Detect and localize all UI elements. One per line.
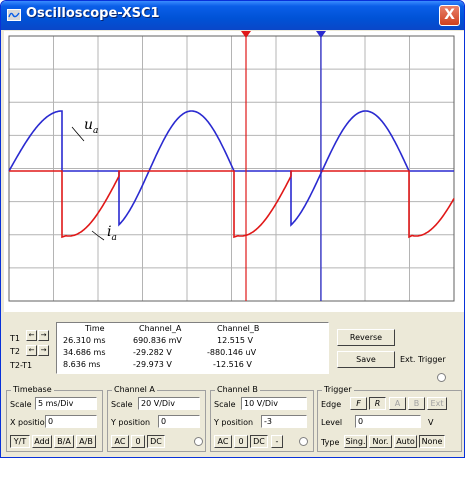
level-unit: V xyxy=(428,418,434,427)
t1-left-arrow-button[interactable]: ← xyxy=(26,330,37,341)
waveform-label-i: ia xyxy=(107,224,117,243)
channel-a-group: Channel A Scale 20 V/Div Y position 0 AC… xyxy=(107,385,206,452)
type-auto-button[interactable]: Auto xyxy=(394,435,417,448)
channel-b-invert-button[interactable]: - xyxy=(271,435,283,448)
channel-a-zero-button[interactable]: 0 xyxy=(131,435,145,448)
mode-ab-button[interactable]: A/B xyxy=(76,435,96,448)
oscilloscope-screen: ua ia xyxy=(4,31,464,312)
timebase-scale-field[interactable]: 5 ms/Div xyxy=(35,397,97,410)
t2-channel-b: -880.146 uV xyxy=(207,348,257,357)
t1-right-arrow-button[interactable]: → xyxy=(38,330,49,341)
timebase-title: Timebase xyxy=(11,385,54,394)
channel-b-ypos-label: Y position xyxy=(214,418,254,427)
channel-b-scale-field[interactable]: 10 V/Div xyxy=(241,397,307,410)
t2-left-arrow-button[interactable]: ← xyxy=(26,345,37,356)
type-label: Type xyxy=(321,438,340,447)
t2t1-channel-b: -12.516 V xyxy=(213,360,252,369)
mode-ba-button[interactable]: B/A xyxy=(54,435,74,448)
control-panel: T1 ← → T2 ← → T2-T1 Time Channel_A Chann… xyxy=(4,314,464,457)
header-channel-b: Channel_B xyxy=(217,324,260,333)
header-time: Time xyxy=(85,324,105,333)
window-title: Oscilloscope-XSC1 xyxy=(26,6,160,21)
waveform-label-u: ua xyxy=(84,117,99,136)
header-channel-a: Channel_A xyxy=(139,324,182,333)
waveform-display xyxy=(4,31,464,312)
level-label: Level xyxy=(321,418,343,427)
channel-b-radio[interactable] xyxy=(299,437,308,446)
oscilloscope-window: Oscilloscope-XSC1 X ua ia T1 ← → T2 ← → … xyxy=(0,0,465,458)
channel-a-title: Channel A xyxy=(112,385,157,394)
t1-label: T1 xyxy=(10,334,20,343)
channel-a-scale-label: Scale xyxy=(111,400,133,409)
close-button[interactable]: X xyxy=(439,5,460,26)
t2-right-arrow-button[interactable]: → xyxy=(38,345,49,356)
type-single-button[interactable]: Sing. xyxy=(344,435,367,448)
channel-a-dc-button[interactable]: DC xyxy=(147,435,165,448)
channel-b-dc-button[interactable]: DC xyxy=(250,435,268,448)
channel-b-scale-label: Scale xyxy=(214,400,236,409)
oscilloscope-icon xyxy=(7,9,21,21)
trigger-source-a-button[interactable]: A xyxy=(389,397,406,410)
ext-trigger-radio[interactable] xyxy=(437,373,446,382)
t1-channel-a: 690.836 mV xyxy=(133,336,182,345)
channel-b-title: Channel B xyxy=(215,385,260,394)
t2-label: T2 xyxy=(10,347,20,356)
x-position-field[interactable]: 0 xyxy=(45,415,97,428)
channel-b-group: Channel B Scale 10 V/Div Y position -3 A… xyxy=(210,385,314,452)
channel-b-ac-button[interactable]: AC xyxy=(214,435,232,448)
level-field[interactable]: 0 xyxy=(355,415,421,428)
type-none-button[interactable]: None xyxy=(419,435,445,448)
cursor-readings: Time Channel_A Channel_B 26.310 ms 690.8… xyxy=(56,322,329,374)
channel-a-scale-field[interactable]: 20 V/Div xyxy=(138,397,200,410)
trigger-source-b-button[interactable]: B xyxy=(408,397,425,410)
type-normal-button[interactable]: Nor. xyxy=(369,435,392,448)
edge-label: Edge xyxy=(321,400,342,409)
mode-add-button[interactable]: Add xyxy=(32,435,52,448)
save-button[interactable]: Save xyxy=(337,351,395,368)
reverse-button[interactable]: Reverse xyxy=(337,329,395,346)
trigger-title: Trigger xyxy=(322,385,354,394)
ext-trigger-label: Ext. Trigger xyxy=(400,355,446,364)
title-bar[interactable]: Oscilloscope-XSC1 X xyxy=(1,1,464,30)
channel-a-ac-button[interactable]: AC xyxy=(111,435,129,448)
edge-falling-button[interactable]: F xyxy=(350,397,367,410)
channel-a-radio[interactable] xyxy=(194,437,203,446)
t1-time: 26.310 ms xyxy=(63,336,106,345)
channel-b-zero-button[interactable]: 0 xyxy=(234,435,248,448)
timebase-scale-label: Scale xyxy=(10,400,32,409)
t2t1-channel-a: -29.973 V xyxy=(133,360,172,369)
channel-a-ypos-label: Y position xyxy=(111,418,151,427)
t2t1-time: 8.636 ms xyxy=(63,360,101,369)
trigger-source-ext-button[interactable]: Ext xyxy=(427,397,447,410)
t2-channel-a: -29.282 V xyxy=(133,348,172,357)
channel-b-ypos-field[interactable]: -3 xyxy=(261,415,307,428)
trigger-group: Trigger Edge F R A B Ext Level 0 V Type … xyxy=(317,385,462,452)
channel-a-ypos-field[interactable]: 0 xyxy=(158,415,200,428)
t2-time: 34.686 ms xyxy=(63,348,106,357)
edge-rising-button[interactable]: R xyxy=(369,397,386,410)
mode-yt-button[interactable]: Y/T xyxy=(10,435,30,448)
t2t1-label: T2-T1 xyxy=(10,361,33,370)
t1-channel-b: 12.515 V xyxy=(217,336,254,345)
x-position-label: X position xyxy=(10,418,50,427)
timebase-group: Timebase Scale 5 ms/Div X position 0 Y/T… xyxy=(6,385,103,452)
